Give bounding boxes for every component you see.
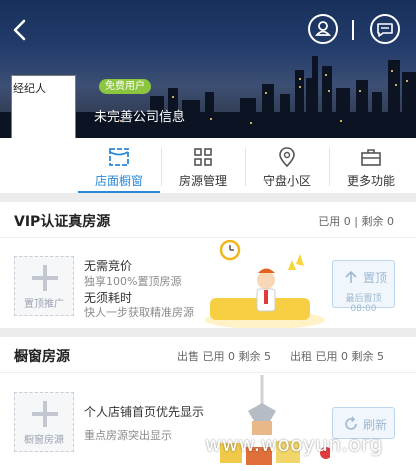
vip-panel-header: VIP认证真房源 已用 0 | 剩余 0 (0, 202, 416, 238)
vip-listing-panel: VIP认证真房源 已用 0 | 剩余 0 置顶推广 无需竞价 独享100%置顶房… (0, 202, 416, 328)
pin-top-label: 置顶 (363, 271, 388, 285)
user-icon (315, 21, 331, 36)
tab-listing-management[interactable]: 房源管理 (162, 138, 244, 193)
panel-title: 橱窗房源 (14, 349, 70, 365)
message-button[interactable] (370, 14, 400, 44)
tab-bar: 店面橱窗 房源管理 守盘小区 更多功能 (0, 138, 416, 193)
tab-guarded-community[interactable]: 守盘小区 (246, 138, 328, 193)
refresh-icon (345, 416, 357, 430)
refresh-label: 刷新 (363, 418, 388, 432)
add-box-label: 橱窗房源 (24, 435, 64, 446)
tab-label: 店面橱窗 (94, 174, 143, 188)
window-illustration (220, 375, 330, 465)
avatar-alt-text: 经纪人 (13, 82, 46, 95)
tab-label: 更多功能 (346, 174, 395, 188)
pin-top-button[interactable]: 置顶 最后置顶08:00 (332, 260, 395, 314)
feature-line: 无需竞价 (84, 259, 133, 273)
header-divider (352, 20, 354, 40)
user-level-badge: 免费用户 (99, 79, 151, 94)
map-pin-icon (279, 147, 295, 168)
feature-line: 个人店铺首页优先显示 (84, 405, 205, 419)
sale-quota-stats: 出售 已用 0 剩余 5 (177, 350, 271, 363)
vip-quota-stats: 已用 0 | 剩余 0 (318, 215, 394, 228)
watermark: www.wooyun.org (205, 432, 383, 456)
storefront-icon (109, 148, 129, 166)
tab-label: 房源管理 (178, 174, 227, 188)
add-window-listing-button[interactable]: 橱窗房源 (14, 392, 74, 452)
company-info-link[interactable]: 未完善公司信息 (94, 106, 185, 125)
window-panel-header: 橱窗房源 出售 已用 0 剩余 5 出租 已用 0 剩余 5 (0, 337, 416, 373)
tab-label: 守盘小区 (262, 174, 311, 188)
last-pinned-time: 最后置顶08:00 (345, 294, 382, 314)
plus-icon (32, 401, 58, 427)
grid-icon (194, 148, 212, 166)
add-top-promotion-button[interactable]: 置顶推广 (14, 256, 74, 316)
rent-quota-stats: 出租 已用 0 剩余 5 (290, 350, 384, 363)
tab-storefront[interactable]: 店面橱窗 (78, 138, 160, 193)
profile-button[interactable] (308, 14, 338, 44)
add-box-label: 置顶推广 (24, 299, 64, 310)
feature-line: 重点房源突出显示 (84, 429, 172, 442)
plus-icon (32, 265, 58, 291)
back-arrow-icon[interactable] (10, 18, 30, 42)
tab-more-features[interactable]: 更多功能 (330, 138, 412, 193)
panel-title: VIP认证真房源 (14, 214, 111, 230)
promo-illustration (205, 240, 325, 328)
briefcase-icon (361, 149, 381, 166)
chat-bubble-icon (377, 23, 393, 37)
active-tab-indicator (78, 191, 160, 193)
feature-line: 独享100%置顶房源 (84, 275, 182, 288)
feature-line: 快人一步获取精准房源 (84, 306, 194, 319)
upload-arrow-icon (345, 270, 357, 283)
